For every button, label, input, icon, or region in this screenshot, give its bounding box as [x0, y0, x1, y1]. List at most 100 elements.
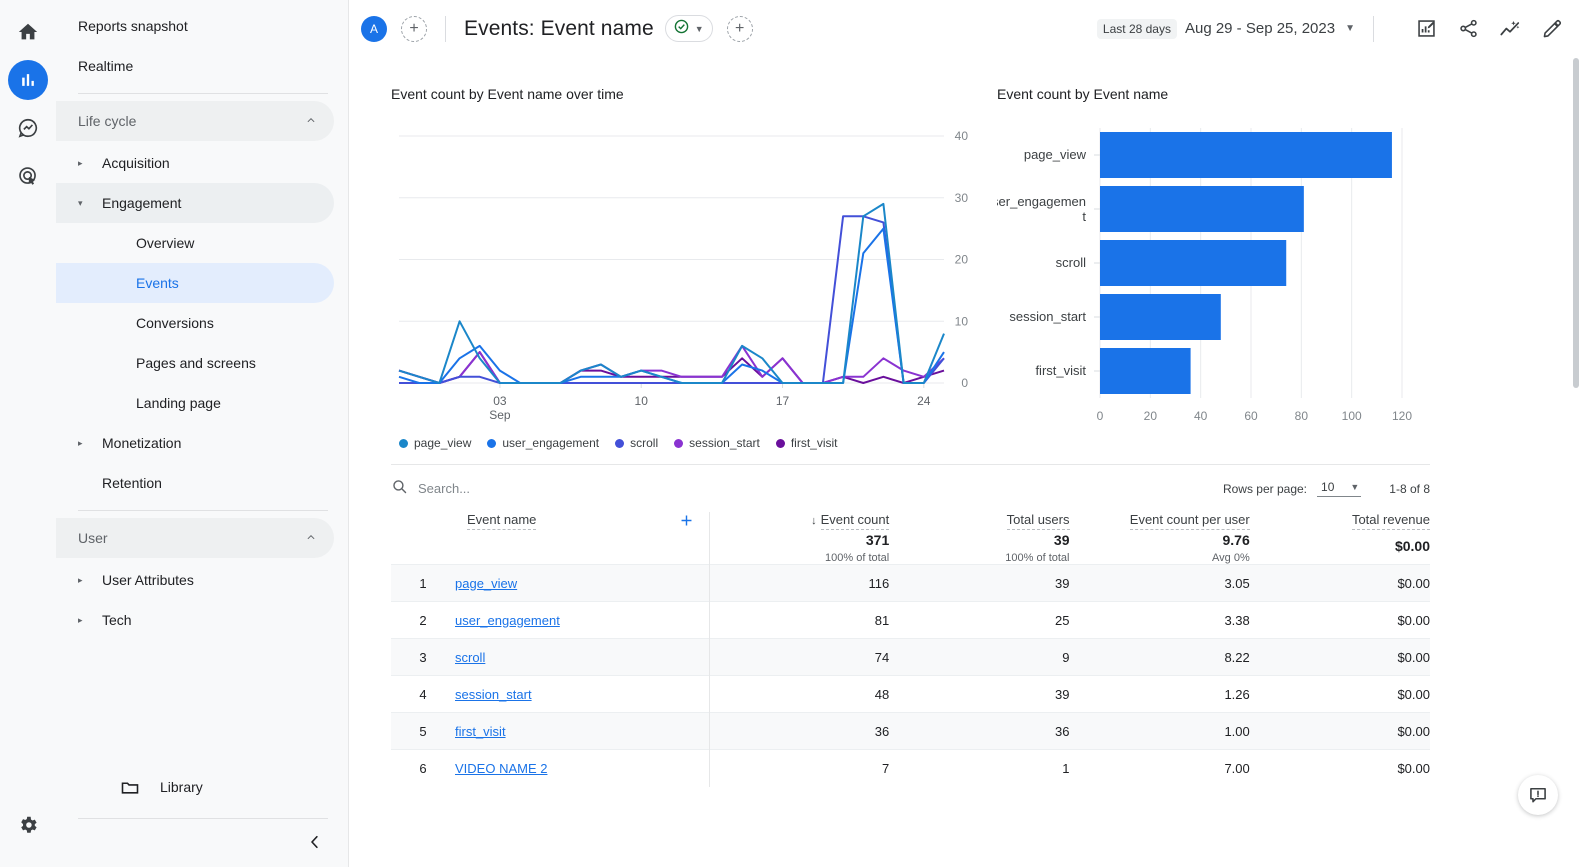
table-header-row: Event name ↓ Event count Total users Eve…: [391, 512, 1430, 532]
column-header-total-users[interactable]: Total users: [889, 512, 1070, 532]
summary-total-users: 39 100% of total: [889, 532, 1069, 565]
admin-gear-icon[interactable]: [8, 805, 48, 845]
date-preset-chip: Last 28 days: [1096, 18, 1177, 39]
sidebar-item-monetization[interactable]: ▸ Monetization: [56, 423, 334, 463]
advertising-icon[interactable]: [8, 156, 48, 196]
column-header-event-name[interactable]: Event name: [455, 512, 665, 532]
compare-icon[interactable]: [1498, 17, 1522, 41]
summary-event-count-per-user: 9.76 Avg 0%: [1070, 532, 1250, 565]
legend-item-user_engagement[interactable]: user_engagement: [487, 436, 599, 450]
add-segment-button[interactable]: +: [726, 15, 753, 42]
legend-item-scroll[interactable]: scroll: [615, 436, 658, 450]
sidebar-item-library[interactable]: Library: [56, 767, 348, 807]
edit-icon[interactable]: [1540, 17, 1564, 41]
chevron-down-icon[interactable]: ▼: [1345, 23, 1355, 34]
home-icon[interactable]: [8, 12, 48, 52]
sidebar-item-conversions[interactable]: Conversions: [56, 303, 334, 343]
search-box[interactable]: [391, 478, 1223, 500]
event-name-link[interactable]: VIDEO NAME 2: [455, 761, 547, 776]
legend-item-first_visit[interactable]: first_visit: [775, 436, 838, 450]
explore-icon[interactable]: [8, 108, 48, 148]
analytics-app: Reports snapshot Realtime Life cycle ▸ A…: [0, 0, 1582, 867]
sidebar-item-user-attributes[interactable]: ▸ User Attributes: [56, 560, 334, 600]
legend-item-page_view[interactable]: page_view: [399, 436, 471, 450]
insights-icon[interactable]: [1414, 17, 1438, 41]
table-controls: Rows per page: 10 ▼ 1-8 of 8: [391, 464, 1430, 512]
event-name-link[interactable]: scroll: [455, 650, 485, 665]
column-header-label: Event name: [467, 512, 537, 530]
add-comparison-button[interactable]: +: [401, 15, 427, 42]
vertical-scrollbar[interactable]: [1570, 0, 1580, 867]
event-name-link[interactable]: first_visit: [455, 724, 506, 739]
sidebar-item-overview[interactable]: Overview: [56, 223, 334, 263]
row-index: 4: [391, 675, 455, 713]
nav-sidebar: Reports snapshot Realtime Life cycle ▸ A…: [56, 0, 349, 867]
event-name-link[interactable]: user_engagement: [455, 613, 560, 628]
event-name-link[interactable]: session_start: [455, 687, 532, 702]
svg-text:10: 10: [955, 314, 969, 328]
sidebar-item-engagement[interactable]: ▾ Engagement: [56, 183, 334, 223]
table-row[interactable]: 4 session_start 48 39 1.26 $0.00: [391, 675, 1430, 713]
summary-subtext: Avg 0%: [1212, 552, 1250, 564]
sidebar-group-life-cycle[interactable]: Life cycle: [56, 101, 334, 141]
sidebar-item-tech[interactable]: ▸ Tech: [56, 600, 334, 640]
row-event-count-per-user: 1.26: [1069, 675, 1250, 713]
chevron-right-icon: ▸: [78, 574, 83, 585]
legend-label: session_start: [689, 436, 760, 450]
chevron-down-icon: ▼: [1350, 482, 1360, 492]
legend-label: scroll: [630, 436, 659, 450]
events-table: Event name ↓ Event count Total users Eve…: [391, 512, 1430, 787]
share-icon[interactable]: [1456, 17, 1480, 41]
sidebar-item-realtime[interactable]: Realtime: [56, 46, 334, 86]
column-header-event-count[interactable]: ↓ Event count: [708, 512, 890, 532]
header-spacer: [391, 512, 455, 532]
collapse-sidebar-button[interactable]: [300, 827, 330, 857]
search-input[interactable]: [418, 481, 678, 496]
rows-per-page-value: 10: [1321, 480, 1335, 494]
svg-text:100: 100: [1342, 409, 1362, 423]
sidebar-item-label: User Attributes: [102, 572, 194, 588]
table-row[interactable]: 6 VIDEO NAME 2 7 1 7.00 $0.00: [391, 749, 1430, 787]
reports-icon[interactable]: [8, 60, 48, 100]
sidebar-group-user[interactable]: User: [56, 518, 334, 558]
sidebar-item-acquisition[interactable]: ▸ Acquisition: [56, 143, 334, 183]
sidebar-item-label: Events: [136, 275, 179, 291]
rows-per-page-select[interactable]: 10 ▼: [1317, 480, 1362, 497]
sidebar-item-pages-and-screens[interactable]: Pages and screens: [56, 343, 334, 383]
sidebar-item-landing-page[interactable]: Landing page: [56, 383, 334, 423]
row-index: 2: [391, 601, 455, 639]
bar-chart[interactable]: 0 20 40 60 80 100 120 page_view user_engagement s…: [997, 108, 1437, 428]
date-range-picker[interactable]: Aug 29 - Sep 25, 2023: [1185, 20, 1335, 37]
svg-text:session_start: session_start: [1009, 309, 1086, 324]
chevron-right-icon: ▸: [78, 157, 83, 168]
legend-color-dot: [615, 438, 625, 448]
table-row[interactable]: 3 scroll 74 9 8.22 $0.00: [391, 638, 1430, 676]
row-event-name: first_visit: [455, 712, 709, 750]
row-event-name: scroll: [455, 638, 709, 676]
column-header-event-count-per-user[interactable]: Event count per user: [1070, 512, 1250, 532]
legend-color-dot: [674, 438, 684, 448]
line-chart[interactable]: 0 10 20 30 40 03 Sep 10 17 24: [391, 108, 971, 428]
legend-item-session_start[interactable]: session_start: [674, 436, 760, 450]
legend-color-dot: [487, 438, 497, 448]
sidebar-item-events[interactable]: Events: [56, 263, 334, 303]
sidebar-item-reports-snapshot[interactable]: Reports snapshot: [56, 6, 334, 46]
avatar[interactable]: A: [361, 15, 387, 42]
event-name-link[interactable]: page_view: [455, 576, 517, 591]
row-event-count-per-user: 1.00: [1069, 712, 1250, 750]
sidebar-item-label: Engagement: [102, 195, 182, 211]
sidebar-item-retention[interactable]: Retention: [56, 463, 334, 503]
svg-text:first_visit: first_visit: [1035, 363, 1086, 378]
row-event-count: 74: [708, 638, 890, 676]
add-dimension-button[interactable]: [665, 512, 709, 532]
sidebar-divider: [78, 93, 328, 94]
column-header-total-revenue[interactable]: Total revenue: [1250, 512, 1430, 532]
status-badge[interactable]: ▼: [664, 15, 713, 42]
summary-subtext: 100% of total: [1005, 552, 1070, 564]
table-row[interactable]: 1 page_view 116 39 3.05 $0.00: [391, 564, 1430, 602]
table-row[interactable]: 2 user_engagement 81 25 3.38 $0.00: [391, 601, 1430, 639]
scrollbar-thumb[interactable]: [1573, 58, 1579, 388]
feedback-button[interactable]: [1518, 775, 1558, 815]
table-row[interactable]: 5 first_visit 36 36 1.00 $0.00: [391, 712, 1430, 750]
row-total-revenue: $0.00: [1249, 712, 1430, 750]
